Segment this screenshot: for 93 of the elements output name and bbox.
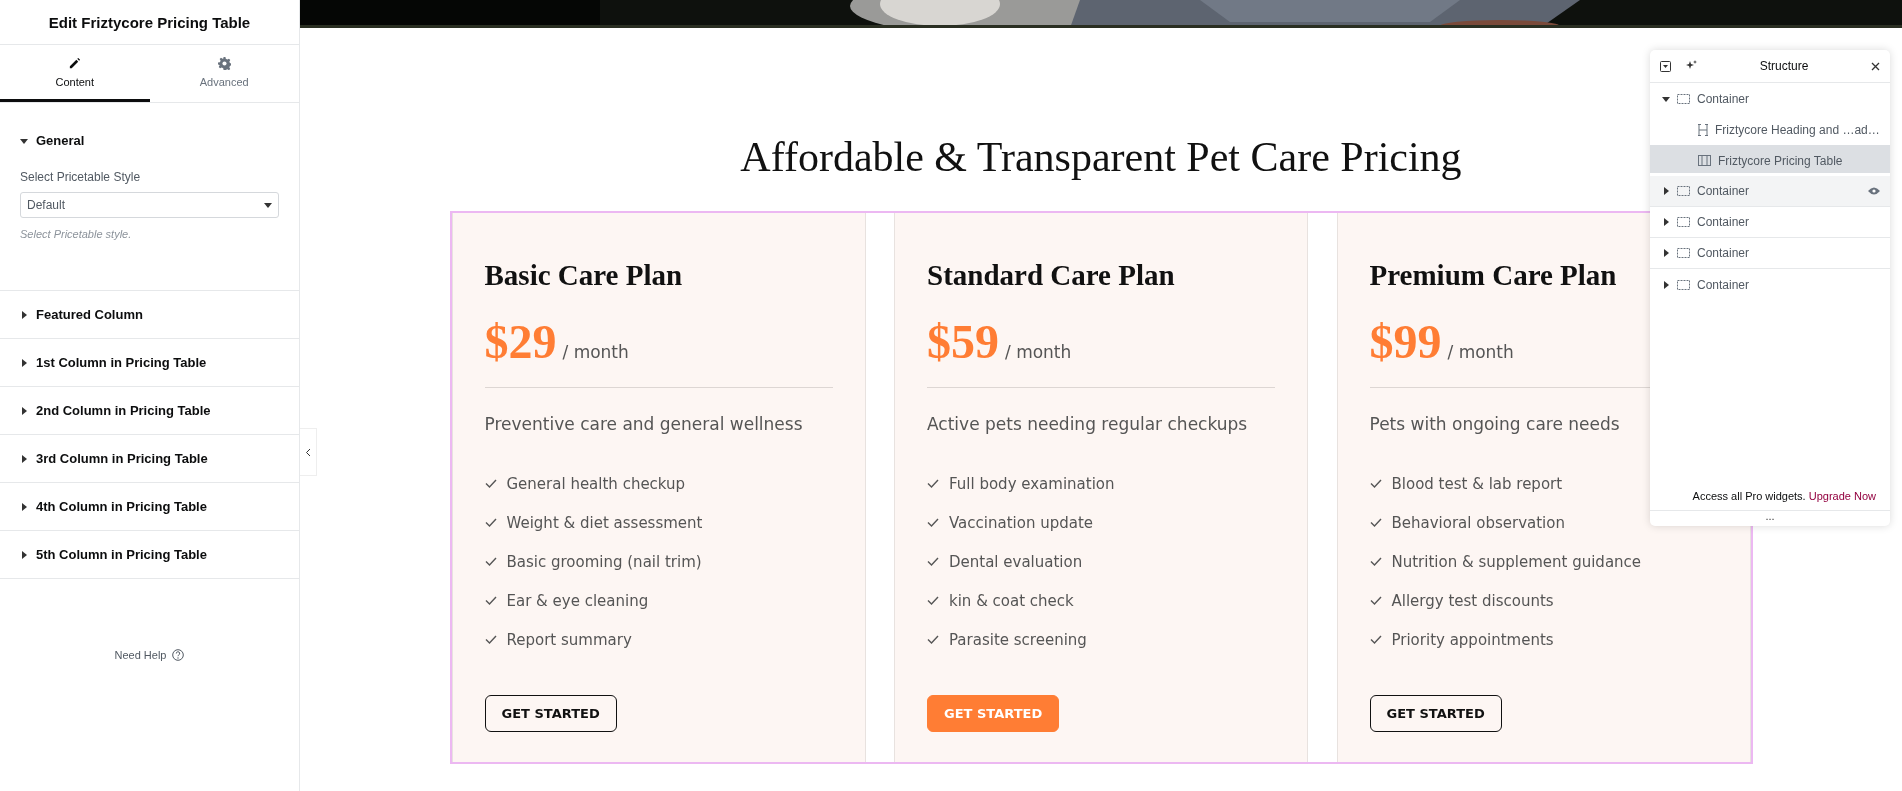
feature-text: Parasite screening (949, 630, 1087, 649)
container-icon (1677, 186, 1690, 196)
get-started-button[interactable]: GET STARTED (1369, 695, 1502, 732)
upgrade-link[interactable]: Upgrade Now (1808, 490, 1876, 502)
settings-icon (217, 56, 231, 70)
structure-item[interactable]: Friztycore Heading and …ad… (1650, 114, 1890, 145)
check-icon (484, 596, 497, 605)
promo-text: Access all Pro widgets. Upgrade Now (1691, 490, 1877, 504)
caret-icon (20, 550, 28, 559)
panel-title: Structure (1758, 59, 1810, 73)
check-icon (1369, 635, 1382, 644)
chevron-left-icon (305, 447, 311, 457)
close-icon[interactable] (1871, 61, 1880, 71)
get-started-button[interactable]: GET STARTED (484, 695, 617, 732)
section-header[interactable]: 2nd Column in Pricing Table (0, 387, 299, 434)
panel-title: Edit Friztycore Pricing Table (0, 0, 299, 45)
dropdown-icon[interactable] (1660, 60, 1671, 72)
feature-text: Blood test & lab report (1391, 474, 1563, 493)
feature-text: Allergy test discounts (1391, 591, 1554, 610)
check-icon (927, 635, 939, 644)
section-header[interactable]: 3rd Column in Pricing Table (0, 435, 299, 482)
eye-icon[interactable] (1868, 187, 1880, 195)
caret-icon (20, 502, 28, 511)
feature-text: Nutrition & supplement guidance (1391, 552, 1642, 571)
section-heading: Affordable & Transparent Pet Care Pricing (740, 133, 1462, 181)
field-label: Select Pricetable Style (20, 170, 142, 184)
feature-text: Priority appointments (1391, 630, 1554, 649)
section-header[interactable]: 4th Column in Pricing Table (0, 483, 299, 530)
check-icon (1369, 596, 1382, 605)
feature-text: Basic grooming (nail trim) (506, 552, 702, 571)
section-header[interactable]: 5th Column in Pricing Table (0, 531, 299, 578)
caret-icon (20, 136, 28, 145)
section-header[interactable]: 1st Column in Pricing Table (0, 339, 299, 386)
check-icon (484, 557, 497, 566)
feature-text: Behavioral observation (1391, 513, 1565, 532)
pencil-icon (68, 56, 82, 70)
dropdown-caret-icon (264, 201, 272, 209)
style-select[interactable]: Default (20, 192, 279, 218)
check-icon (484, 518, 497, 527)
more-handle[interactable]: ... (1650, 510, 1890, 526)
section-header[interactable]: Featured Column (0, 291, 299, 338)
check-icon (927, 596, 939, 605)
check-icon (1369, 479, 1382, 488)
structure-item[interactable]: Container (1650, 176, 1890, 207)
price-period: / month (1005, 342, 1072, 362)
heading-icon (1698, 123, 1708, 136)
plan-name: Standard Care Plan (927, 259, 1175, 292)
container-icon (1677, 217, 1690, 227)
check-icon (484, 635, 497, 644)
feature-text: Weight & diet assessment (506, 513, 703, 532)
structure-item[interactable]: Container (1650, 238, 1890, 269)
container-icon (1677, 248, 1690, 258)
container-icon (1677, 93, 1690, 104)
check-icon (927, 557, 939, 566)
price-period: / month (1447, 342, 1514, 362)
plan-name: Premium Care Plan (1369, 259, 1617, 292)
feature-text: Dental evaluation (949, 552, 1083, 571)
structure-item[interactable]: Container (1650, 207, 1890, 238)
price-period: / month (562, 342, 629, 362)
plan-price: $29 (484, 314, 557, 369)
feature-text: Vaccination update (949, 513, 1093, 532)
check-icon (927, 479, 939, 488)
plan-price: $59 (927, 314, 999, 369)
feature-text: Ear & eye cleaning (506, 591, 649, 610)
container-icon (1677, 279, 1690, 290)
feature-text: kin & coat check (949, 591, 1074, 610)
feature-text: Full body examination (949, 474, 1115, 493)
field-hint: Select Pricetable style. (20, 228, 133, 240)
plan-description: Pets with ongoing care needs (1369, 414, 1621, 434)
check-icon (927, 518, 939, 527)
panel-tab[interactable]: Advanced (149, 45, 299, 102)
caret-icon (20, 454, 28, 463)
table-widget-icon (1698, 155, 1711, 166)
plan-name: Basic Care Plan (484, 259, 683, 292)
panel-tab[interactable]: Content (0, 45, 150, 102)
help-icon (172, 649, 185, 661)
help-link[interactable]: Need Help (0, 649, 299, 661)
plan-description: Preventive care and general wellness (484, 414, 804, 434)
structure-item[interactable]: Container (1650, 269, 1890, 300)
check-icon (1369, 557, 1382, 566)
check-icon (1369, 518, 1382, 527)
structure-item[interactable]: Friztycore Pricing Table (1650, 145, 1890, 176)
structure-item[interactable]: Container (1650, 83, 1890, 114)
plan-price: $99 (1369, 314, 1442, 369)
caret-icon (20, 406, 28, 415)
check-icon (484, 479, 497, 488)
feature-text: Report summary (506, 630, 632, 649)
section-header[interactable]: General (0, 117, 299, 164)
collapse-handle[interactable] (300, 428, 317, 476)
plan-description: Active pets needing regular checkups (927, 414, 1249, 434)
caret-icon (20, 358, 28, 367)
caret-icon (20, 310, 28, 319)
feature-text: General health checkup (506, 474, 686, 493)
